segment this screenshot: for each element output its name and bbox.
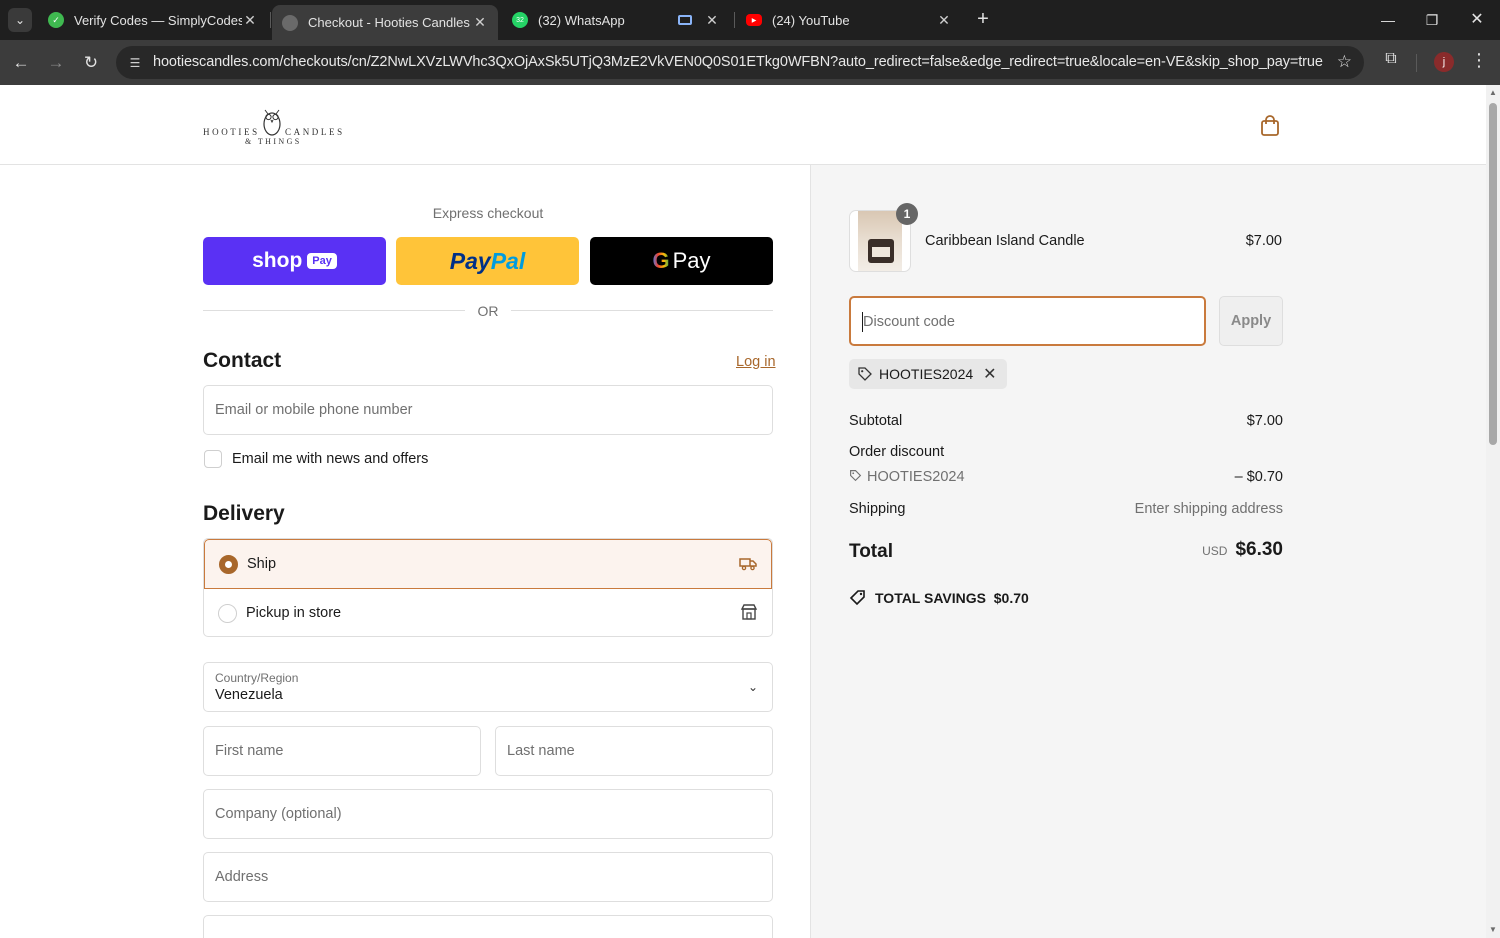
tab-youtube[interactable]: ▶ (24) YouTube ✕ [736,5,962,35]
shipping-row: Shipping Enter shipping address [849,501,1283,517]
browser-toolbar: ← → ↻ ☰ hootiescandles.com/checkouts/cn/… [0,40,1500,85]
log-in-link[interactable]: Log in [736,354,776,370]
paypal-button[interactable]: Pay Pal [396,237,579,285]
first-name-field[interactable]: First name [203,726,481,776]
minimize-icon[interactable]: — [1376,8,1400,32]
tag-icon [858,367,872,381]
truck-icon [739,558,757,571]
delivery-option-pickup[interactable]: Pickup in store [204,589,772,636]
google-pay-button[interactable]: G Pay [590,237,773,285]
extensions-puzzle-icon[interactable]: ⧉ [1378,50,1404,68]
last-name-field[interactable]: Last name [495,726,773,776]
shopping-bag-icon[interactable] [1259,115,1281,137]
tab-separator [734,12,735,28]
apartment-field[interactable] [203,915,773,938]
tab-search-chevron-icon[interactable]: ⌄ [8,8,32,32]
total-savings: TOTAL SAVINGS $0.70 [849,589,1029,607]
page-scrollbar[interactable]: ▲ ▼ [1486,85,1500,938]
country-region-select[interactable]: Country/Region Venezuela ⌄ [203,662,773,712]
pickup-radio[interactable] [218,604,237,623]
chevron-down-icon: ⌄ [747,680,758,694]
total-amount: $6.30 [1235,539,1283,560]
currency-code: USD [1202,544,1228,558]
back-arrow-icon[interactable]: ← [8,50,34,76]
shop-pay-button[interactable]: shop Pay [203,237,386,285]
apply-discount-button[interactable]: Apply [1219,296,1283,346]
tab-simplycodes[interactable]: ✓ Verify Codes — SimplyCodes ✕ [38,5,268,35]
url-text[interactable]: hootiescandles.com/checkouts/cn/Z2NwLXVz… [153,54,1323,70]
subtotal-row: Subtotal $7.00 [849,413,1283,429]
whatsapp-icon: 32 [512,12,528,28]
address-bar[interactable]: ☰ hootiescandles.com/checkouts/cn/Z2NwLX… [116,46,1364,79]
newsletter-label: Email me with news and offers [232,451,429,467]
quantity-badge: 1 [896,203,918,225]
contact-heading: Contact [203,349,282,372]
discount-code-row: HOOTIES2024 – $0.70 [849,469,1283,485]
browser-tab-bar: ⌄ ✓ Verify Codes — SimplyCodes ✕ Checkou… [0,0,1500,40]
order-summary: 1 Caribbean Island Candle $7.00 Discount… [810,165,1486,938]
close-icon[interactable]: ✕ [472,14,488,31]
close-icon[interactable]: ✕ [704,12,720,29]
restore-icon[interactable]: ❐ [1420,8,1444,32]
google-g-icon: G [652,248,670,273]
or-divider-text: OR [477,303,499,319]
globe-icon [282,14,298,31]
site-settings-icon[interactable]: ☰ [126,54,144,72]
new-tab-plus-icon[interactable]: + [972,8,994,30]
store-icon [740,604,758,620]
scroll-down-arrow-icon[interactable]: ▼ [1488,925,1498,934]
or-divider-right [511,310,773,311]
tab-whatsapp[interactable]: 32 (32) WhatsApp ✕ [502,5,730,35]
toolbar-divider [1416,54,1417,72]
forward-arrow-icon[interactable]: → [43,50,69,76]
order-discount-row: Order discount [849,444,945,460]
ship-radio[interactable] [219,555,238,574]
profile-avatar[interactable]: j [1434,52,1454,72]
tab-screen-share-icon [678,15,692,25]
delivery-option-ship[interactable]: Ship [204,539,772,589]
close-icon[interactable]: ✕ [936,12,952,29]
product-price: $7.00 [1245,233,1282,249]
company-field[interactable]: Company (optional) [203,789,773,839]
discount-code-input[interactable]: Discount code [849,296,1206,346]
delivery-method-group: Ship Pickup in store [203,538,773,637]
scrollbar-thumb[interactable] [1489,103,1497,445]
product-name: Caribbean Island Candle [925,233,1085,249]
store-header: HOOTIES CANDLES & THINGS [0,85,1486,165]
total-row: Total USD $6.30 [849,539,1283,562]
applied-discount-chip: HOOTIES2024 ✕ [849,359,1007,389]
tab-checkout[interactable]: Checkout - Hooties Candles ✕ [272,5,498,40]
reload-icon[interactable]: ↻ [78,50,104,76]
store-logo[interactable]: HOOTIES CANDLES & THINGS [203,105,343,149]
scroll-up-arrow-icon[interactable]: ▲ [1488,88,1498,97]
owl-logo-icon [263,109,281,136]
express-checkout-label: Express checkout [432,205,544,221]
email-field[interactable]: Email or mobile phone number [203,385,773,435]
newsletter-checkbox[interactable] [204,450,222,468]
tag-icon [850,470,862,482]
menu-kebab-icon[interactable]: ⋮ [1470,50,1488,71]
tab-separator [270,12,271,28]
or-divider-left [203,310,465,311]
checkout-page: HOOTIES CANDLES & THINGS Express checkou… [0,85,1486,938]
savings-tag-icon [849,590,865,606]
bookmark-star-icon[interactable]: ☆ [1337,52,1352,72]
delivery-heading: Delivery [203,502,285,525]
remove-discount-icon[interactable]: ✕ [983,364,996,384]
checkout-form: Express checkout shop Pay Pay Pal G Pay O… [0,165,810,938]
close-window-icon[interactable]: ✕ [1465,8,1489,32]
youtube-icon: ▶ [746,14,762,26]
close-icon[interactable]: ✕ [242,12,258,29]
simplycodes-icon: ✓ [48,12,64,28]
address-field[interactable]: Address [203,852,773,902]
